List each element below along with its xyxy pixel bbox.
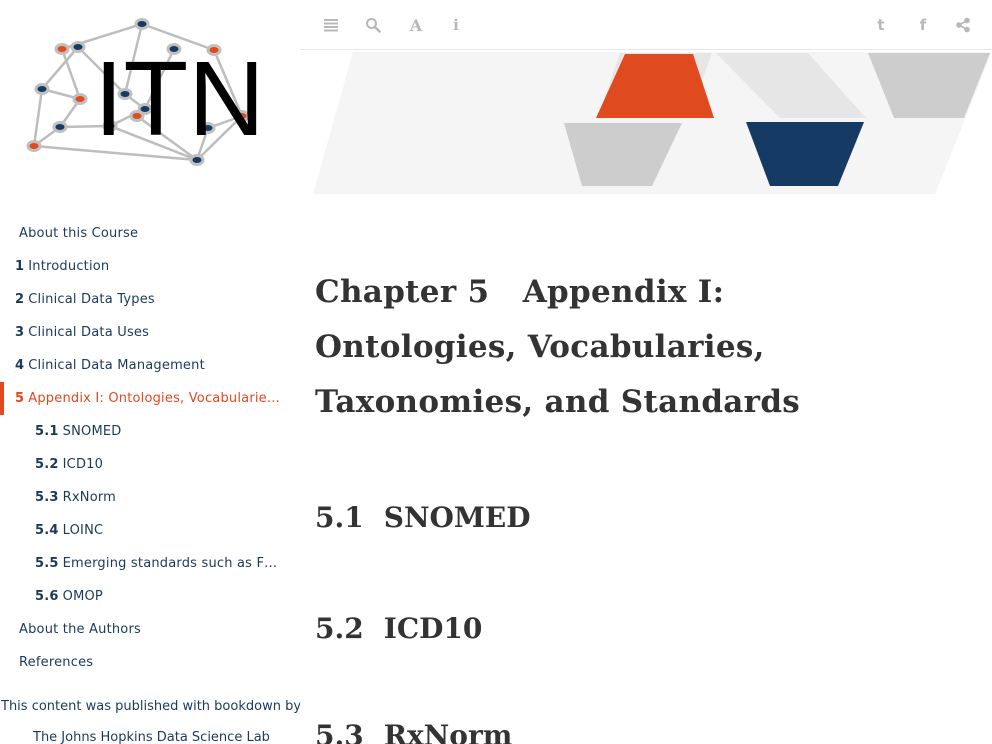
toc-item-label: Clinical Data Uses: [28, 325, 150, 340]
published-with-text: This content was published with bookdown…: [1, 699, 300, 714]
info-icon[interactable]: i: [445, 14, 467, 36]
toc-item-clinical-data-types[interactable]: 2 Clinical Data Types: [0, 283, 300, 316]
toc-subitem-omop[interactable]: 5.6 OMOP: [0, 580, 300, 613]
hamburger-icon: [324, 19, 338, 32]
toc-item-label: Appendix I: Ontologies, Vocabularies, Ta…: [28, 391, 300, 406]
main-content: Chapter 5 Appendix I: Ontologies, Vocabu…: [300, 50, 992, 744]
toc-item-label: RxNorm: [62, 490, 117, 505]
twitter-icon[interactable]: t: [870, 14, 892, 36]
toc-item-label: Emerging standards such as FHIR: [62, 556, 288, 571]
decorative-banner: [313, 52, 992, 194]
toc-item-label: ICD10: [62, 457, 104, 472]
section-heading-rxnorm: 5.3 RxNorm: [315, 719, 513, 744]
chapter-title: Chapter 5 Appendix I: Ontologies, Vocabu…: [315, 265, 935, 430]
toc-item-about-authors[interactable]: About the Authors: [0, 613, 300, 646]
itn-network-graphic: ITN: [26, 18, 265, 166]
search-button[interactable]: [362, 14, 384, 36]
toc-toggle-icon[interactable]: [320, 14, 342, 36]
toc-item-label: Clinical Data Management: [28, 358, 205, 373]
toc-item-references[interactable]: References: [0, 646, 300, 679]
toc-subitem-loinc[interactable]: 5.4 LOINC: [0, 514, 300, 547]
share-icon: [956, 17, 970, 33]
toc-item-label: LOINC: [62, 523, 104, 538]
section-heading-snomed: 5.1 SNOMED: [315, 501, 531, 534]
book-toolbar: A i t f: [300, 0, 992, 50]
toc-item-label: References: [19, 655, 94, 670]
section-heading-icd10: 5.2 ICD10: [315, 612, 483, 645]
facebook-icon[interactable]: f: [912, 14, 934, 36]
toc-item-label: OMOP: [62, 589, 103, 604]
toc-item-label: Introduction: [28, 259, 110, 274]
toc-subitem-snomed[interactable]: 5.1 SNOMED: [0, 415, 300, 448]
toc-item-introduction[interactable]: 1 Introduction: [0, 250, 300, 283]
toc-item-label: SNOMED: [62, 424, 122, 439]
toc-item-appendix-active[interactable]: 5 Appendix I: Ontologies, Vocabularies, T…: [0, 382, 300, 415]
toc-item-about-course[interactable]: About this Course: [0, 217, 300, 250]
table-of-contents: About this Course 1 Introduction 2 Clinica…: [0, 217, 300, 679]
chapter-prefix: Chapter 5: [315, 274, 490, 310]
toc-item-label: Clinical Data Types: [28, 292, 155, 307]
itn-logo-text: ITN: [94, 40, 265, 158]
toc-item-clinical-data-uses[interactable]: 3 Clinical Data Uses: [0, 316, 300, 349]
share-button[interactable]: [952, 14, 974, 36]
font-settings-icon[interactable]: A: [405, 14, 427, 36]
toc-subitem-icd10[interactable]: 5.2 ICD10: [0, 448, 300, 481]
toc-item-label: About the Authors: [19, 622, 141, 637]
publisher-link[interactable]: The Johns Hopkins Data Science Lab: [33, 730, 270, 744]
toc-item-clinical-data-management[interactable]: 4 Clinical Data Management: [0, 349, 300, 382]
toc-item-label: About this Course: [19, 226, 139, 241]
itn-logo[interactable]: ITN: [22, 12, 272, 177]
toc-subitem-rxnorm[interactable]: 5.3 RxNorm: [0, 481, 300, 514]
book-sidebar: ITN About this Course 1 Introduction 2 Cli…: [0, 0, 300, 744]
toc-subitem-fhir[interactable]: 5.5 Emerging standards such as FHIR: [0, 547, 300, 580]
search-icon: [366, 18, 381, 33]
